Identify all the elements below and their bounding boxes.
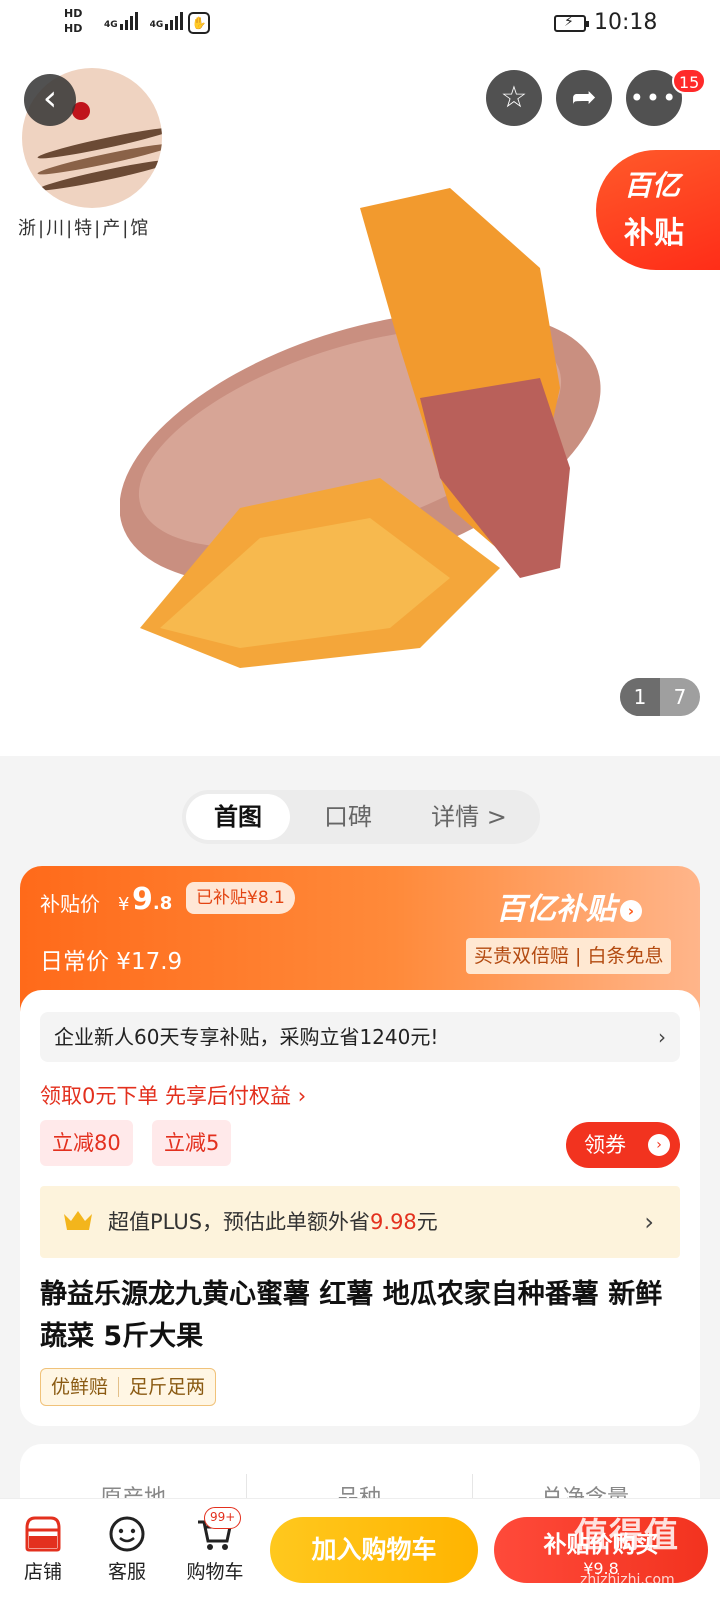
- subsidy-price: 9.8: [132, 882, 173, 917]
- network-type-1: 4G: [104, 20, 118, 30]
- signal-icon: [165, 12, 184, 30]
- service-tags[interactable]: 优鲜赔 足斤足两: [40, 1368, 217, 1406]
- product-image-gallery[interactable]: 浙|川|特|产|馆 ‹ ☆ ➦ ••• 15 百亿 补贴 1 7: [0, 48, 720, 756]
- coupon-chip-80[interactable]: 立减80: [40, 1120, 133, 1166]
- subsidy-price-label: 补贴价: [40, 892, 100, 916]
- image-pager: 1 7: [620, 678, 700, 716]
- shop-button[interactable]: 店铺: [8, 1511, 78, 1584]
- currency-symbol: ¥: [118, 894, 130, 915]
- notification-badge: 15: [672, 68, 707, 94]
- favorite-button[interactable]: ☆: [486, 70, 542, 126]
- chevron-right-icon: ›: [658, 1025, 666, 1049]
- pager-total: 7: [673, 685, 687, 709]
- add-to-cart-button[interactable]: 加入购物车: [270, 1517, 478, 1583]
- share-icon: ➦: [571, 80, 597, 115]
- signal-indicators: 4G 4G: [104, 12, 184, 30]
- star-icon: ☆: [500, 80, 528, 115]
- enterprise-newbie-banner[interactable]: 企业新人60天专享补贴，采购立省1240元! ›: [40, 1012, 680, 1062]
- watermark: 值得值: [574, 1516, 679, 1556]
- pay-later-link[interactable]: 领取0元下单 先享后付权益 ›: [40, 1080, 306, 1110]
- chat-smile-icon: [109, 1516, 145, 1552]
- product-page: HD HD 4G 4G ✋ ⚡ 10:18 浙|川|特|产|馆 ‹ ☆ ➦ ••…: [0, 0, 720, 1600]
- tab-details[interactable]: 详情 >: [406, 794, 532, 840]
- watermark-url: zhizhizhi.com: [580, 1572, 675, 1588]
- get-coupon-button[interactable]: 领券 ›: [566, 1122, 680, 1168]
- regular-price: 日常价 ¥17.9: [40, 949, 183, 975]
- coupon-chip-5[interactable]: 立减5: [152, 1120, 232, 1166]
- hand-icon: ✋: [188, 12, 210, 34]
- saved-amount-badge: 已补贴¥8.1: [186, 882, 295, 914]
- tab-reviews[interactable]: 口碑: [290, 794, 406, 840]
- more-icon: •••: [629, 84, 679, 112]
- chevron-right-icon: ›: [644, 1208, 654, 1236]
- section-tabs: 首图 口碑 详情 >: [182, 790, 540, 844]
- subsidy-corner-tag: 百亿 补贴: [596, 150, 720, 270]
- signal-icon: [119, 12, 138, 30]
- tag-fresh-guarantee: 优鲜赔: [51, 1376, 109, 1398]
- chevron-right-icon: ›: [620, 899, 642, 922]
- customer-service-button[interactable]: 客服: [92, 1511, 162, 1584]
- status-bar: HD HD 4G 4G ✋ ⚡ 10:18: [0, 0, 720, 48]
- cart-count-badge: 99+: [204, 1507, 242, 1529]
- tag-full-weight: 足斤足两: [129, 1376, 206, 1398]
- crown-icon: [64, 1211, 92, 1230]
- sweet-potato-image: [120, 188, 601, 668]
- chevron-right-icon: ›: [648, 1134, 670, 1156]
- price-card: 补贴价 ¥ 9.8 已补贴¥8.1 日常价 ¥17.9 百亿补贴 › 买贵双倍赔 …: [20, 866, 700, 1426]
- plus-savings-row[interactable]: 超值PLUS，预估此单额外省9.98元 ›: [40, 1186, 680, 1258]
- pager-current: 1: [620, 678, 660, 716]
- hd-indicator: HD HD: [64, 7, 83, 35]
- tab-main-image[interactable]: 首图: [186, 794, 290, 840]
- share-button[interactable]: ➦: [556, 70, 612, 126]
- network-type-2: 4G: [149, 20, 164, 30]
- clock: 10:18: [594, 10, 658, 35]
- subsidy-brand-link[interactable]: 百亿补贴 ›: [496, 884, 642, 928]
- offers-section: 企业新人60天专享补贴，采购立省1240元! › 领取0元下单 先享后付权益 ›…: [20, 990, 700, 1426]
- shop-icon: [25, 1516, 61, 1552]
- price-guarantee[interactable]: 买贵双倍赔 | 白条免息: [466, 938, 672, 974]
- product-title: 静益乐源龙九黄心蜜薯 红薯 地瓜农家自种番薯 新鲜蔬菜 5斤大果: [40, 1279, 663, 1352]
- back-button[interactable]: ‹: [24, 74, 76, 126]
- battery-icon: ⚡: [554, 14, 589, 32]
